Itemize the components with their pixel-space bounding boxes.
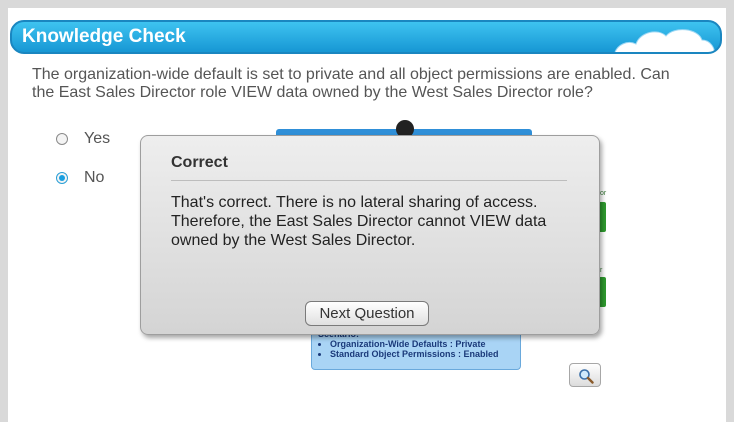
next-question-button[interactable]: Next Question bbox=[305, 301, 429, 326]
radio-no[interactable] bbox=[56, 172, 68, 184]
feedback-dialog: Correct That's correct. There is no late… bbox=[140, 135, 600, 335]
radio-yes[interactable] bbox=[56, 133, 68, 145]
scenario-item: Organization-Wide Defaults : Private bbox=[330, 339, 514, 349]
diagram-partial-label: r bbox=[600, 267, 603, 274]
option-label: Yes bbox=[84, 130, 111, 147]
page-title: Knowledge Check bbox=[22, 26, 186, 47]
feedback-title: Correct bbox=[171, 154, 228, 171]
option-label: No bbox=[84, 169, 105, 186]
scenario-list: Organization-Wide Defaults : Private Sta… bbox=[318, 339, 514, 359]
zoom-button[interactable] bbox=[569, 363, 601, 387]
feedback-message: That's correct. There is no lateral shar… bbox=[171, 194, 547, 249]
magnifier-icon bbox=[579, 369, 594, 384]
scenario-item: Standard Object Permissions : Enabled bbox=[330, 349, 514, 359]
divider bbox=[171, 180, 567, 181]
slide: Knowledge Check The organization-wide de… bbox=[8, 8, 726, 422]
question-text: The organization-wide default is set to … bbox=[32, 66, 670, 101]
diagram-partial-label: or bbox=[600, 190, 607, 197]
cloud-icon bbox=[614, 29, 715, 52]
header-bar: Knowledge Check bbox=[10, 20, 722, 54]
